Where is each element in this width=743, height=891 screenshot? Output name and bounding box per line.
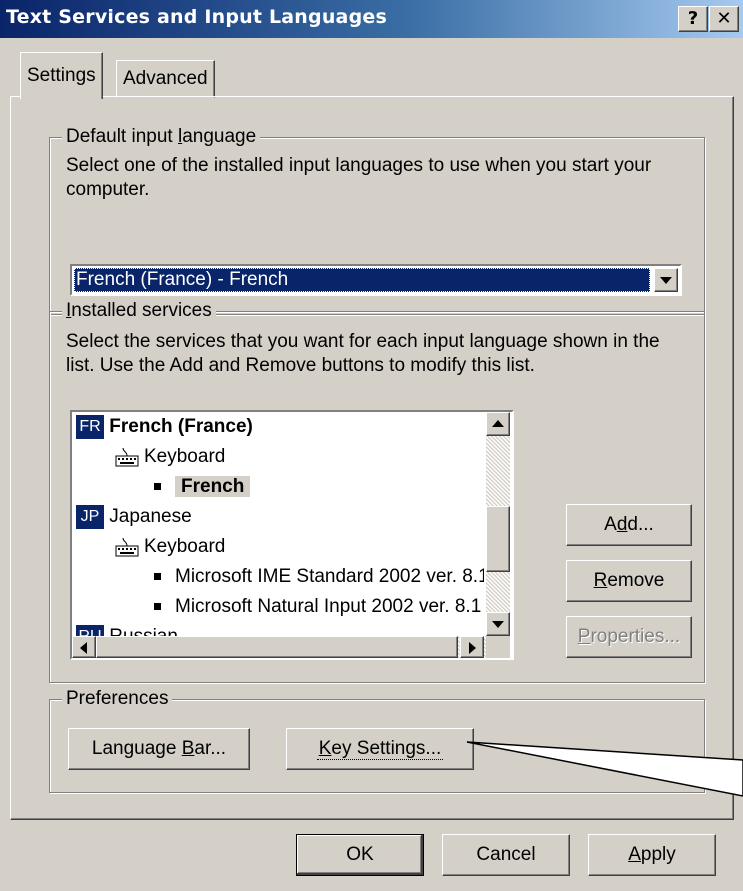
- default-input-language-legend: Default input language: [62, 126, 261, 148]
- scroll-thumb-horizontal[interactable]: [96, 636, 458, 658]
- preferences-legend: Preferences: [62, 688, 173, 710]
- tree-item-japanese[interactable]: JP Japanese: [76, 502, 192, 532]
- settings-tab-panel: Default input language Select one of the…: [10, 96, 734, 820]
- scroll-corner: [486, 636, 510, 658]
- arrow-up-icon: [492, 420, 504, 427]
- arrow-down-icon: [492, 621, 504, 628]
- tree-item-label: French: [175, 476, 251, 497]
- horizontal-scrollbar[interactable]: [72, 636, 486, 658]
- dropdown-button[interactable]: [654, 268, 678, 292]
- close-button[interactable]: ✕: [709, 6, 739, 32]
- tree-item-microsoft-natural-input[interactable]: Microsoft Natural Input 2002 ver. 8.1: [154, 592, 481, 622]
- default-language-select[interactable]: French (France) - French: [70, 264, 682, 296]
- language-badge-jp: JP: [76, 504, 104, 529]
- scroll-up-button[interactable]: [486, 412, 510, 436]
- bullet-icon: [154, 573, 161, 581]
- arrow-right-icon: [469, 642, 476, 654]
- default-input-language-group: Default input language Select one of the…: [49, 126, 705, 315]
- cancel-button[interactable]: Cancel: [442, 834, 570, 876]
- arrow-left-icon: [80, 642, 87, 654]
- tab-advanced[interactable]: Advanced: [116, 60, 215, 98]
- scroll-down-button[interactable]: [486, 612, 510, 636]
- tab-settings[interactable]: Settings: [20, 52, 103, 99]
- tree-item-microsoft-ime-standard[interactable]: Microsoft IME Standard 2002 ver. 8.1: [154, 562, 484, 592]
- help-button[interactable]: ?: [678, 6, 708, 32]
- tab-settings-label: Settings: [27, 65, 96, 86]
- close-icon: ✕: [716, 8, 732, 29]
- properties-button[interactable]: Properties...: [566, 616, 692, 658]
- tree-item-russian[interactable]: RU Russian: [76, 622, 178, 636]
- title-bar[interactable]: Text Services and Input Languages ? ✕: [0, 0, 743, 38]
- tree-item-keyboard[interactable]: Keyboard: [114, 442, 225, 472]
- vertical-scrollbar[interactable]: [486, 412, 510, 636]
- language-badge-fr: FR: [76, 414, 104, 439]
- window-title: Text Services and Input Languages: [6, 6, 387, 28]
- installed-services-description: Select the services that you want for ea…: [66, 331, 660, 376]
- bullet-icon: [154, 603, 161, 611]
- tree-item-label: French (France): [109, 416, 253, 437]
- remove-button[interactable]: Remove: [566, 560, 692, 602]
- keyboard-icon: [115, 447, 139, 467]
- tree-item-label: Japanese: [109, 506, 192, 527]
- tree-item-label: Keyboard: [144, 446, 226, 467]
- chevron-down-icon: [660, 277, 672, 284]
- dialog-window: Text Services and Input Languages ? ✕ Se…: [0, 0, 743, 891]
- preferences-group: Preferences Language Bar... Key Settings…: [49, 688, 705, 793]
- apply-button[interactable]: Apply: [588, 834, 716, 876]
- tree-item-french-keyboard[interactable]: French: [154, 472, 251, 502]
- scroll-thumb[interactable]: [486, 506, 510, 572]
- ok-button[interactable]: OK: [296, 834, 424, 876]
- default-language-select-value: French (France) - French: [74, 268, 650, 292]
- services-tree: FR French (France) Keyboard French JP Ja…: [72, 412, 484, 636]
- default-input-language-description: Select one of the installed input langua…: [66, 155, 652, 200]
- tab-advanced-label: Advanced: [123, 68, 208, 89]
- help-icon: ?: [687, 8, 699, 29]
- language-badge-ru: RU: [76, 624, 104, 636]
- language-bar-button[interactable]: Language Bar...: [68, 728, 250, 770]
- key-settings-button[interactable]: Key Settings...: [286, 728, 474, 770]
- installed-services-list[interactable]: FR French (France) Keyboard French JP Ja…: [70, 410, 514, 660]
- installed-services-legend: Installed services: [62, 300, 216, 322]
- add-button[interactable]: Add...: [566, 504, 692, 546]
- tree-item-label: Russian: [109, 626, 178, 636]
- tree-item-label: Keyboard: [144, 536, 226, 557]
- scroll-left-button[interactable]: [72, 636, 96, 658]
- keyboard-icon: [115, 537, 139, 557]
- installed-services-group: Installed services Select the services t…: [49, 300, 705, 683]
- tree-item-keyboard[interactable]: Keyboard: [114, 532, 225, 562]
- bullet-icon: [154, 483, 161, 491]
- tree-item-label: Microsoft IME Standard 2002 ver. 8.1: [175, 566, 484, 587]
- tree-item-french-france[interactable]: FR French (France): [76, 412, 253, 442]
- tree-item-label: Microsoft Natural Input 2002 ver. 8.1: [175, 596, 482, 617]
- scroll-right-button[interactable]: [460, 636, 484, 658]
